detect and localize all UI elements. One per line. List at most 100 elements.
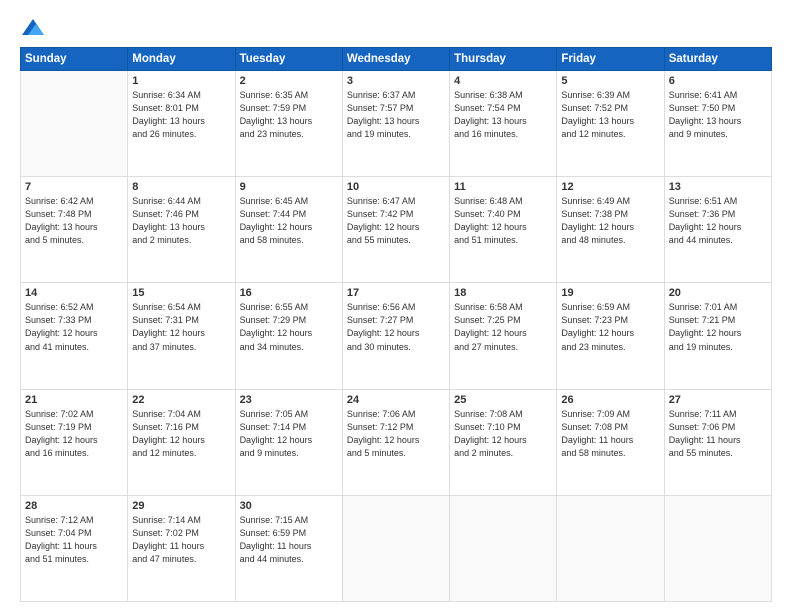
day-number: 5 [561, 75, 659, 87]
day-number: 2 [240, 75, 338, 87]
day-info: Sunrise: 6:37 AM Sunset: 7:57 PM Dayligh… [347, 89, 445, 141]
day-info: Sunrise: 6:34 AM Sunset: 8:01 PM Dayligh… [132, 89, 230, 141]
calendar-cell: 6Sunrise: 6:41 AM Sunset: 7:50 PM Daylig… [664, 71, 771, 177]
calendar-header-tuesday: Tuesday [235, 48, 342, 71]
day-info: Sunrise: 6:39 AM Sunset: 7:52 PM Dayligh… [561, 89, 659, 141]
day-info: Sunrise: 6:56 AM Sunset: 7:27 PM Dayligh… [347, 301, 445, 353]
calendar-cell: 20Sunrise: 7:01 AM Sunset: 7:21 PM Dayli… [664, 283, 771, 389]
day-number: 29 [132, 500, 230, 512]
calendar-cell: 18 Sunrise: 6:58 AM Sunset: 7:25 PM Dayli… [450, 283, 557, 389]
page: SundayMondayTuesdayWednesdayThursdayFrid… [0, 0, 792, 612]
day-info: Sunrise: 6:47 AM Sunset: 7:42 PM Dayligh… [347, 195, 445, 247]
calendar-cell [450, 495, 557, 601]
calendar-cell: 30 Sunrise: 7:15 AM Sunset: 6:59 PM Dayli… [235, 495, 342, 601]
calendar-header-friday: Friday [557, 48, 664, 71]
day-info: Sunrise: 6:48 AM Sunset: 7:40 PM Dayligh… [454, 195, 552, 247]
calendar-cell: 27 Sunrise: 7:11 AM Sunset: 7:06 PM Dayli… [664, 389, 771, 495]
calendar-week-4: 28 Sunrise: 7:12 AM Sunset: 7:04 PM Dayli… [21, 495, 772, 601]
calendar-cell: 2 Sunrise: 6:35 AM Sunset: 7:59 PM Daylig… [235, 71, 342, 177]
day-number: 27 [669, 394, 767, 406]
day-info: Sunrise: 6:35 AM Sunset: 7:59 PM Dayligh… [240, 89, 338, 141]
day-info: Sunrise: 6:54 AM Sunset: 7:31 PM Dayligh… [132, 301, 230, 353]
logo [20, 16, 44, 37]
day-info: Sunrise: 6:44 AM Sunset: 7:46 PM Dayligh… [132, 195, 230, 247]
day-number: 4 [454, 75, 552, 87]
day-number: 9 [240, 181, 338, 193]
calendar-header-row: SundayMondayTuesdayWednesdayThursdayFrid… [21, 48, 772, 71]
day-info: Sunrise: 6:51 AM Sunset: 7:36 PM Dayligh… [669, 195, 767, 247]
calendar-cell: 10 Sunrise: 6:47 AM Sunset: 7:42 PM Dayli… [342, 177, 449, 283]
day-number: 17 [347, 287, 445, 299]
calendar-cell: 19 Sunrise: 6:59 AM Sunset: 7:23 PM Dayli… [557, 283, 664, 389]
calendar-header-thursday: Thursday [450, 48, 557, 71]
day-number: 18 [454, 287, 552, 299]
day-number: 16 [240, 287, 338, 299]
calendar-cell: 25 Sunrise: 7:08 AM Sunset: 7:10 PM Dayli… [450, 389, 557, 495]
day-number: 10 [347, 181, 445, 193]
calendar-cell: 12 Sunrise: 6:49 AM Sunset: 7:38 PM Dayli… [557, 177, 664, 283]
calendar-cell [664, 495, 771, 601]
calendar-cell: 8 Sunrise: 6:44 AM Sunset: 7:46 PM Daylig… [128, 177, 235, 283]
calendar-week-0: 1 Sunrise: 6:34 AM Sunset: 8:01 PM Daylig… [21, 71, 772, 177]
calendar-cell: 5 Sunrise: 6:39 AM Sunset: 7:52 PM Daylig… [557, 71, 664, 177]
day-number: 11 [454, 181, 552, 193]
calendar-cell [342, 495, 449, 601]
calendar-header-saturday: Saturday [664, 48, 771, 71]
calendar-week-2: 14Sunrise: 6:52 AM Sunset: 7:33 PM Dayli… [21, 283, 772, 389]
day-number: 25 [454, 394, 552, 406]
day-number: 14 [25, 287, 123, 299]
day-info: Sunrise: 7:08 AM Sunset: 7:10 PM Dayligh… [454, 408, 552, 460]
calendar-cell: 11 Sunrise: 6:48 AM Sunset: 7:40 PM Dayli… [450, 177, 557, 283]
day-info: Sunrise: 7:09 AM Sunset: 7:08 PM Dayligh… [561, 408, 659, 460]
day-number: 1 [132, 75, 230, 87]
calendar-cell: 29 Sunrise: 7:14 AM Sunset: 7:02 PM Dayli… [128, 495, 235, 601]
day-info: Sunrise: 6:49 AM Sunset: 7:38 PM Dayligh… [561, 195, 659, 247]
day-number: 3 [347, 75, 445, 87]
calendar-cell [557, 495, 664, 601]
calendar-table: SundayMondayTuesdayWednesdayThursdayFrid… [20, 47, 772, 602]
calendar-week-1: 7Sunrise: 6:42 AM Sunset: 7:48 PM Daylig… [21, 177, 772, 283]
day-info: Sunrise: 6:42 AM Sunset: 7:48 PM Dayligh… [25, 195, 123, 247]
calendar-header-sunday: Sunday [21, 48, 128, 71]
day-number: 30 [240, 500, 338, 512]
calendar-header-wednesday: Wednesday [342, 48, 449, 71]
calendar-cell: 14Sunrise: 6:52 AM Sunset: 7:33 PM Dayli… [21, 283, 128, 389]
day-info: Sunrise: 7:04 AM Sunset: 7:16 PM Dayligh… [132, 408, 230, 460]
calendar-cell: 3 Sunrise: 6:37 AM Sunset: 7:57 PM Daylig… [342, 71, 449, 177]
day-info: Sunrise: 7:11 AM Sunset: 7:06 PM Dayligh… [669, 408, 767, 460]
day-info: Sunrise: 6:58 AM Sunset: 7:25 PM Dayligh… [454, 301, 552, 353]
calendar-cell: 21 Sunrise: 7:02 AM Sunset: 7:19 PM Dayli… [21, 389, 128, 495]
calendar-cell: 13 Sunrise: 6:51 AM Sunset: 7:36 PM Dayli… [664, 177, 771, 283]
day-info: Sunrise: 7:15 AM Sunset: 6:59 PM Dayligh… [240, 514, 338, 566]
day-number: 22 [132, 394, 230, 406]
day-info: Sunrise: 6:59 AM Sunset: 7:23 PM Dayligh… [561, 301, 659, 353]
day-info: Sunrise: 7:01 AM Sunset: 7:21 PM Dayligh… [669, 301, 767, 353]
day-info: Sunrise: 7:14 AM Sunset: 7:02 PM Dayligh… [132, 514, 230, 566]
day-info: Sunrise: 7:02 AM Sunset: 7:19 PM Dayligh… [25, 408, 123, 460]
day-number: 12 [561, 181, 659, 193]
calendar-cell: 26 Sunrise: 7:09 AM Sunset: 7:08 PM Dayli… [557, 389, 664, 495]
calendar-week-3: 21 Sunrise: 7:02 AM Sunset: 7:19 PM Dayli… [21, 389, 772, 495]
day-number: 28 [25, 500, 123, 512]
day-number: 6 [669, 75, 767, 87]
day-number: 24 [347, 394, 445, 406]
calendar-cell [21, 71, 128, 177]
day-info: Sunrise: 6:55 AM Sunset: 7:29 PM Dayligh… [240, 301, 338, 353]
day-info: Sunrise: 7:12 AM Sunset: 7:04 PM Dayligh… [25, 514, 123, 566]
header [20, 16, 772, 37]
day-number: 21 [25, 394, 123, 406]
calendar-cell: 7Sunrise: 6:42 AM Sunset: 7:48 PM Daylig… [21, 177, 128, 283]
calendar-cell: 23Sunrise: 7:05 AM Sunset: 7:14 PM Dayli… [235, 389, 342, 495]
logo-icon [22, 19, 44, 35]
day-number: 15 [132, 287, 230, 299]
calendar-cell: 15 Sunrise: 6:54 AM Sunset: 7:31 PM Dayli… [128, 283, 235, 389]
calendar-cell: 1 Sunrise: 6:34 AM Sunset: 8:01 PM Daylig… [128, 71, 235, 177]
calendar-cell: 24Sunrise: 7:06 AM Sunset: 7:12 PM Dayli… [342, 389, 449, 495]
calendar-cell: 28 Sunrise: 7:12 AM Sunset: 7:04 PM Dayli… [21, 495, 128, 601]
day-info: Sunrise: 6:45 AM Sunset: 7:44 PM Dayligh… [240, 195, 338, 247]
day-number: 8 [132, 181, 230, 193]
day-number: 13 [669, 181, 767, 193]
day-number: 26 [561, 394, 659, 406]
day-info: Sunrise: 6:38 AM Sunset: 7:54 PM Dayligh… [454, 89, 552, 141]
day-number: 19 [561, 287, 659, 299]
